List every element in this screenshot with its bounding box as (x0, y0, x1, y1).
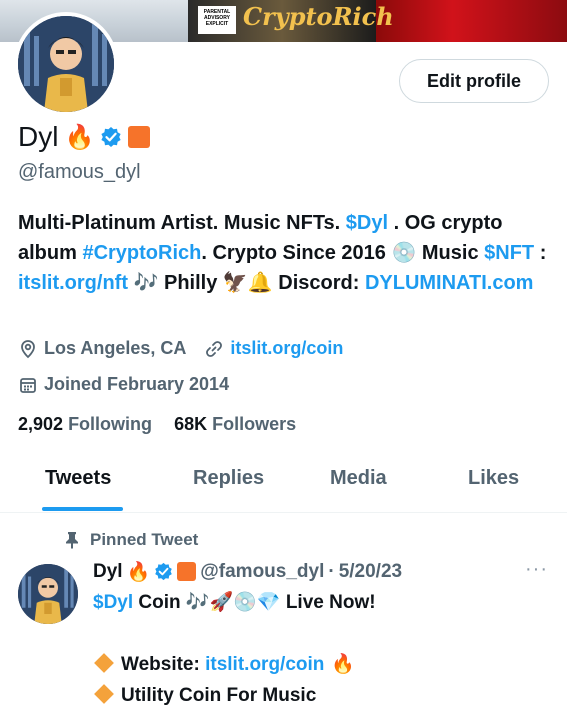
followers-count: 68K (174, 414, 208, 434)
discord-link[interactable]: DYLUMINATI.com (365, 272, 534, 294)
following-label: Following (68, 414, 153, 434)
cashtag-link[interactable]: $NFT (484, 242, 534, 264)
tab-likes[interactable]: Likes (468, 467, 519, 490)
bio-text: 🎶 Philly 🦅🔔 Discord: (127, 272, 365, 294)
verified-badge-icon (154, 562, 173, 581)
hashtag-link[interactable]: #CryptoRich (82, 242, 201, 264)
profile-tabs: Tweets Replies Media Likes (0, 455, 567, 513)
follow-counts: 2,902 Following 68K Followers (18, 414, 296, 435)
fire-emoji: 🔥 (64, 123, 95, 151)
profile-bio: Multi-Platinum Artist. Music NFTs. $Dyl … (18, 208, 553, 298)
orange-square-emoji (128, 126, 151, 148)
tab-media[interactable]: Media (330, 467, 387, 490)
tweet-line-2: Website: itslit.org/coin 🔥 (93, 649, 553, 680)
following-count: 2,902 (18, 414, 64, 434)
followers-label: Followers (212, 414, 297, 434)
pin-icon (66, 532, 78, 549)
parental-advisory-logo: PARENTAL ADVISORY EXPLICIT (198, 6, 236, 34)
tweet-header: Dyl 🔥 @famous_dyl · 5/20/23 (93, 560, 402, 584)
link-icon (206, 340, 223, 357)
profile-handle: @famous_dyl (18, 161, 141, 183)
orange-square-emoji (177, 562, 197, 581)
fire-emoji: 🔥 (324, 653, 355, 675)
tweet-author-name[interactable]: Dyl (93, 561, 123, 583)
followers-link[interactable]: 68K Followers (174, 414, 296, 434)
profile-meta-location: Los Angeles, CA itslit.org/coin (18, 338, 343, 359)
profile-name-row: Dyl 🔥 (18, 121, 151, 153)
location-pin-icon (21, 339, 35, 358)
bio-text: Multi-Platinum Artist. Music NFTs. (18, 212, 346, 234)
tweet-website-link[interactable]: itslit.org/coin (205, 654, 324, 675)
tweet-line-3: Utility Coin For Music (93, 680, 553, 711)
profile-name: Dyl (18, 121, 59, 152)
orange-diamond-emoji (94, 653, 114, 673)
separator-dot: · (328, 560, 335, 582)
banner-segment-2: PARENTAL ADVISORY EXPLICIT CryptoRich (188, 0, 394, 42)
location-text: Los Angeles, CA (44, 338, 187, 358)
cashtag-link[interactable]: $Dyl (346, 212, 388, 234)
bio-text: . Crypto Since 2016 💿 Music (201, 242, 485, 264)
pinned-tweet-label: Pinned Tweet (64, 530, 198, 550)
tweet-line-1: $Dyl Coin 🎶🚀💿💎 Live Now! (93, 587, 553, 618)
pinned-text: Pinned Tweet (90, 530, 199, 549)
bio-url-link[interactable]: itslit.org/nft (18, 272, 128, 294)
tweet-text: Coin 🎶🚀💿💎 Live Now! (133, 592, 376, 613)
tab-replies[interactable]: Replies (193, 467, 264, 490)
profile-meta-joined: Joined February 2014 (18, 374, 229, 395)
tab-tweets[interactable]: Tweets (45, 467, 111, 490)
active-tab-indicator (42, 507, 123, 511)
orange-diamond-emoji (94, 684, 114, 704)
tweet-author-handle[interactable]: @famous_dyl (200, 561, 324, 583)
tweet-author-avatar[interactable] (18, 564, 78, 624)
more-icon[interactable]: ··· (525, 558, 548, 581)
calendar-icon (20, 377, 36, 393)
fire-emoji: 🔥 (126, 561, 151, 583)
bio-text: : (534, 242, 547, 264)
joined-text: Joined February 2014 (44, 374, 230, 394)
verified-badge-icon[interactable] (100, 126, 122, 148)
following-link[interactable]: 2,902 Following (18, 414, 152, 434)
tweet-body: $Dyl Coin 🎶🚀💿💎 Live Now! Website: itslit… (93, 587, 553, 711)
album-title-art: CryptoRich (243, 2, 394, 31)
tweet-text: Website: (121, 654, 206, 675)
website-link[interactable]: itslit.org/coin (230, 338, 343, 359)
profile-avatar[interactable] (14, 12, 118, 116)
tweet-text: Utility Coin For Music (121, 685, 317, 706)
edit-profile-button[interactable]: Edit profile (399, 59, 549, 103)
tweet-date[interactable]: 5/20/23 (339, 561, 402, 583)
cashtag-link[interactable]: $Dyl (93, 592, 133, 613)
banner-segment-3 (376, 0, 567, 42)
